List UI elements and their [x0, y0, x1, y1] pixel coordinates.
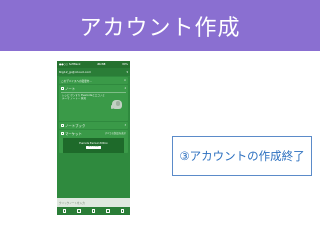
slide-header: アカウント作成 — [0, 0, 320, 51]
market-label: マーケット — [65, 131, 82, 136]
notice-text: このデバイスへの変更を... — [61, 79, 92, 83]
image-icon[interactable] — [120, 209, 125, 213]
camera-icon[interactable] — [62, 209, 67, 213]
note-preview-text: レシピ ポンすり Evernoteとエコノミ テーマ ノート... 発見 — [62, 93, 105, 100]
phone-screenshot: ●●○○ SoftBank 21:33 80% tkg12_jp@icloud.… — [57, 61, 130, 215]
callout-text: ③アカウントの作成終了 — [179, 149, 305, 163]
notebook-panel[interactable]: ノートブック 3 — [59, 121, 128, 129]
market-link[interactable]: すべての製品を表示 — [105, 131, 126, 135]
carrier-label: ●●○○ SoftBank — [59, 63, 81, 66]
status-time: 21:33 — [97, 63, 106, 66]
banner-title: Evernote Premium Edition — [79, 141, 108, 145]
status-bar: ●●○○ SoftBank 21:33 80% — [57, 61, 130, 68]
market-panel[interactable]: マーケット すべての製品を表示 Evernote Premium Edition… — [59, 129, 128, 153]
account-email: tkg12_jp@icloud.com — [59, 70, 92, 74]
elephant-icon — [111, 98, 123, 110]
market-icon — [61, 131, 64, 135]
callout-box: ③アカウントの作成終了 — [172, 136, 312, 176]
notebook-icon — [61, 123, 64, 127]
account-row[interactable]: tkg12_jp@icloud.com ▾ — [57, 68, 130, 76]
notebook-count: 3 — [124, 123, 126, 127]
notebook-label: ノートブック — [65, 123, 86, 128]
bottom-toolbar — [57, 207, 130, 215]
quicknote-placeholder: クイックノートを入力 — [59, 201, 85, 205]
note-count: 4 — [124, 87, 126, 90]
battery-label: 80% — [122, 63, 128, 66]
quicknote-input[interactable]: クイックノートを入力 — [57, 198, 130, 207]
note-label: ノート — [65, 87, 76, 91]
list-icon[interactable] — [106, 209, 110, 213]
chevron-down-icon: ▾ — [126, 70, 128, 74]
reminder-icon[interactable] — [91, 209, 96, 213]
notice-panel[interactable]: このデバイスへの変更を... × — [59, 77, 128, 84]
slide-title: アカウント作成 — [79, 15, 241, 41]
note-header[interactable]: ノート 4 — [59, 85, 128, 92]
note-icon — [61, 87, 64, 90]
note-preview[interactable]: レシピ ポンすり Evernoteとエコノミ テーマ ノート... 発見 — [59, 93, 128, 121]
banner-button[interactable]: 詳しく見る — [86, 145, 101, 149]
note-panel[interactable]: ノート 4 レシピ ポンすり Evernoteとエコノミ テーマ ノート... … — [59, 85, 128, 121]
attachment-icon[interactable] — [77, 209, 81, 213]
close-icon[interactable]: × — [124, 79, 126, 82]
market-banner[interactable]: Evernote Premium Edition 詳しく見る — [63, 137, 124, 153]
